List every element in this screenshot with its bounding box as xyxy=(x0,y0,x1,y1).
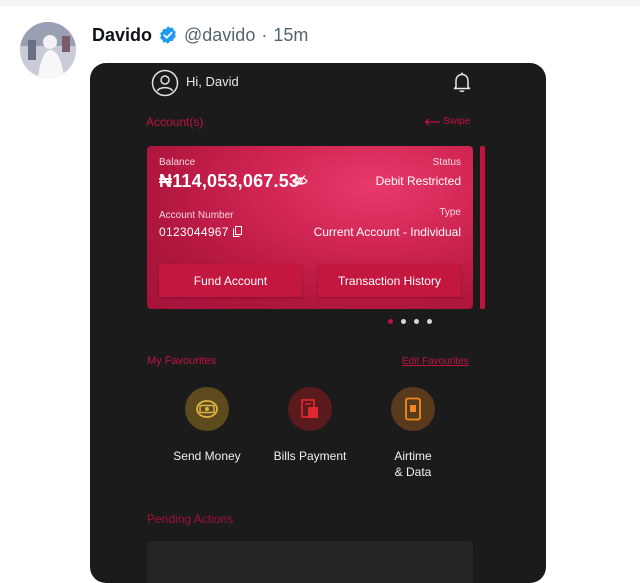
pending-actions-panel[interactable] xyxy=(147,541,473,583)
accounts-section-title: Account(s) xyxy=(146,115,204,129)
balance-label: Balance xyxy=(159,157,196,168)
pending-actions-title: Pending Actions xyxy=(147,512,234,526)
account-card[interactable]: Balance ₦114,053,067.53 Status Debit Res… xyxy=(147,146,473,309)
tweet-author-handle[interactable]: @davido xyxy=(184,23,255,47)
favourite-icon-circle xyxy=(288,387,332,431)
favourite-label: Send Money xyxy=(173,449,241,463)
favourite-icon-circle xyxy=(185,387,229,431)
carousel-pager xyxy=(388,319,432,324)
transaction-history-button[interactable]: Transaction History xyxy=(318,264,461,297)
status-value: Debit Restricted xyxy=(375,174,461,188)
tweet-timestamp[interactable]: 15m xyxy=(273,23,308,47)
pager-dot[interactable] xyxy=(427,319,432,324)
avatar-image xyxy=(20,22,76,78)
pager-dot[interactable] xyxy=(388,319,393,324)
arrow-left-icon xyxy=(424,118,440,125)
type-label: Type xyxy=(439,207,461,218)
airtime-icon xyxy=(405,397,421,421)
verified-badge-icon xyxy=(160,26,176,44)
next-account-card-peek[interactable] xyxy=(480,146,485,309)
favourite-label: Bills Payment xyxy=(273,449,347,463)
swipe-label: Swipe xyxy=(443,116,471,127)
fund-account-button[interactable]: Fund Account xyxy=(159,264,302,297)
copy-icon[interactable] xyxy=(233,226,242,237)
avatar[interactable] xyxy=(20,22,76,78)
favourite-bills-payment[interactable]: Bills Payment xyxy=(265,387,355,464)
timeline-divider xyxy=(0,0,640,6)
send-money-icon xyxy=(196,400,218,418)
pager-dot[interactable] xyxy=(414,319,419,324)
tweet-author-name[interactable]: Davido xyxy=(92,23,152,47)
account-number-value: 0123044967 xyxy=(159,225,229,239)
tweet-separator: · xyxy=(261,25,268,45)
hide-balance-icon[interactable] xyxy=(292,174,308,188)
favourite-airtime-data[interactable]: Airtime & Data xyxy=(368,387,458,480)
favourites-title: My Favourites xyxy=(147,355,217,367)
balance-value: ₦114,053,067.53 xyxy=(159,171,300,191)
tweet-header: Davido @davido · 15m xyxy=(92,23,308,47)
favourite-icon-circle xyxy=(391,387,435,431)
type-value: Current Account - Individual xyxy=(313,225,461,239)
favourite-label: Airtime & Data xyxy=(394,449,432,479)
greeting-text: Hi, David xyxy=(186,74,239,89)
pager-dot[interactable] xyxy=(401,319,406,324)
user-profile-icon[interactable] xyxy=(151,69,179,97)
bills-icon xyxy=(301,399,318,418)
status-label: Status xyxy=(432,157,461,168)
tweet-media-screenshot[interactable]: Hi, David Account(s) Swipe Balance ₦114,… xyxy=(90,63,546,583)
notification-bell-icon[interactable] xyxy=(452,71,472,93)
favourite-send-money[interactable]: Send Money xyxy=(162,387,252,464)
account-number-label: Account Number xyxy=(159,210,234,221)
edit-favourites-link[interactable]: Edit Favourites xyxy=(402,356,469,367)
swipe-hint[interactable]: Swipe xyxy=(424,116,470,127)
